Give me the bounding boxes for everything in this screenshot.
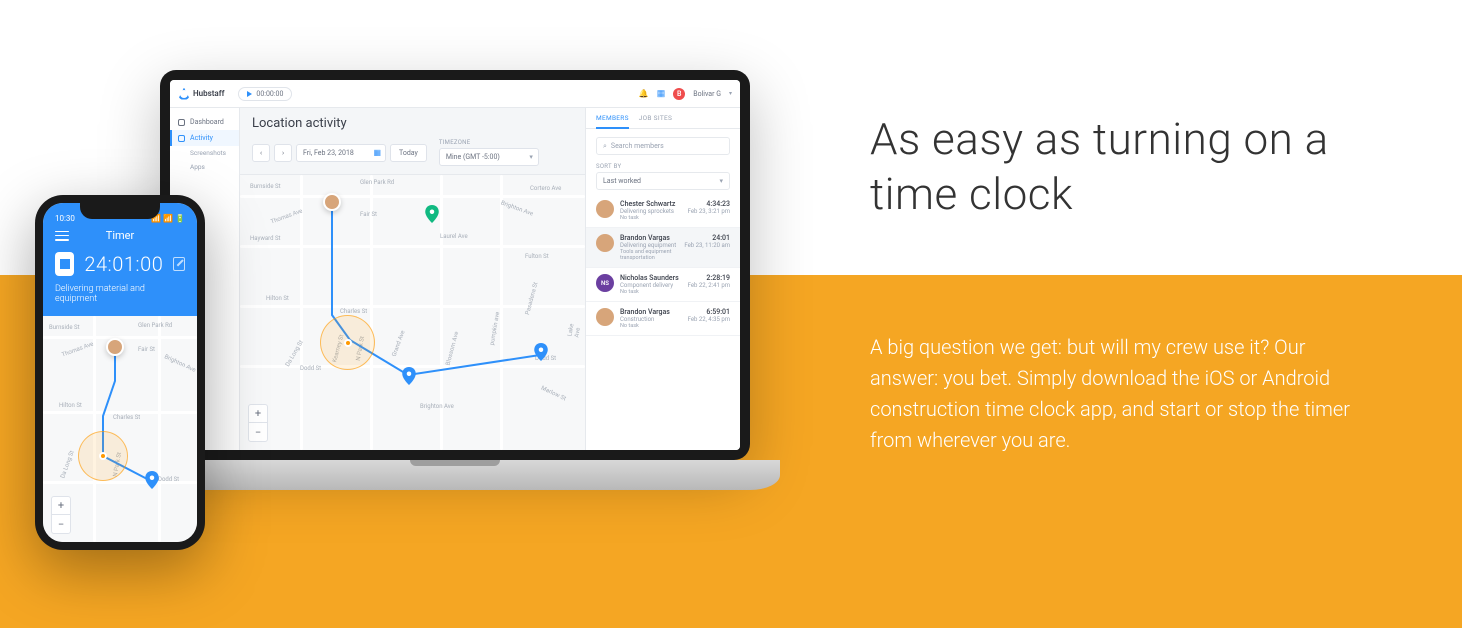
- map-zoom-control: + −: [248, 404, 268, 442]
- phone-header: Timer 24:01:00 Delivering material and e…: [43, 225, 197, 316]
- app-window: Hubstaff 00:00:00 ▦ B Bolivar G ▾ Dashbo…: [170, 80, 740, 450]
- zoom-in-button[interactable]: +: [52, 497, 70, 515]
- activity-icon: [178, 135, 185, 142]
- phone-title: Timer: [106, 229, 134, 242]
- topbar: Hubstaff 00:00:00 ▦ B Bolivar G ▾: [170, 80, 740, 108]
- sortby-label: SORT BY: [586, 159, 740, 170]
- member-row[interactable]: Chester SchwartzDelivering sprocketsNo t…: [586, 194, 740, 228]
- phone-mockup: 10:30 📶 📶 🔋 Timer 24:01:00 Delivering ma…: [35, 195, 205, 550]
- geofence-center-pin[interactable]: [99, 452, 107, 460]
- sidebar-item-activity[interactable]: Activity: [170, 130, 239, 146]
- sidebar-sub-screenshots[interactable]: Screenshots: [170, 146, 239, 160]
- map-marker[interactable]: [402, 367, 416, 385]
- search-icon: ⌕: [603, 142, 607, 151]
- edit-icon[interactable]: [173, 257, 185, 271]
- zoom-in-button[interactable]: +: [249, 405, 267, 423]
- timezone-label: TIMEZONE: [439, 139, 539, 146]
- play-icon: [247, 91, 252, 97]
- marketing-copy: As easy as turning on a time clock A big…: [870, 112, 1400, 456]
- chevron-down-icon[interactable]: ▾: [729, 90, 732, 97]
- tab-jobsites[interactable]: JOB SITES: [639, 114, 672, 128]
- timer-play-control[interactable]: 00:00:00: [238, 87, 292, 101]
- phone-screen: 10:30 📶 📶 🔋 Timer 24:01:00 Delivering ma…: [43, 203, 197, 542]
- map-zoom-control: + −: [51, 496, 71, 534]
- stop-icon: [60, 259, 70, 269]
- phone-notch: [80, 203, 160, 219]
- timezone-select[interactable]: Mine (GMT -5:00): [439, 148, 539, 166]
- tab-members[interactable]: MEMBERS: [596, 114, 629, 129]
- date-prev-button[interactable]: ‹: [252, 144, 270, 162]
- member-avatar: NS: [596, 274, 614, 292]
- sortby-select[interactable]: Last worked: [596, 172, 730, 190]
- zoom-out-button[interactable]: −: [52, 515, 70, 533]
- geofence-center-pin[interactable]: [344, 339, 352, 347]
- laptop-mockup: Hubstaff 00:00:00 ▦ B Bolivar G ▾ Dashbo…: [130, 70, 780, 520]
- member-row[interactable]: NS Nicholas SaundersComponent deliveryNo…: [586, 268, 740, 302]
- logo-icon: [178, 88, 190, 100]
- today-button[interactable]: Today: [390, 144, 427, 162]
- filter-controls: ‹ › Fri, Feb 23, 2018▦ Today TIMEZONE Mi…: [240, 135, 585, 174]
- date-next-button[interactable]: ›: [274, 144, 292, 162]
- timer-value: 00:00:00: [256, 90, 283, 98]
- date-picker[interactable]: Fri, Feb 23, 2018▦: [296, 144, 386, 162]
- route-path: [240, 175, 585, 450]
- member-row[interactable]: Brandon VargasConstructionNo task 6:59:0…: [586, 302, 740, 336]
- headline: As easy as turning on a time clock: [870, 112, 1400, 222]
- menu-icon[interactable]: [55, 231, 69, 241]
- laptop-base: [130, 460, 780, 490]
- stop-timer-button[interactable]: [55, 252, 74, 276]
- description: A big question we get: but will my crew …: [870, 332, 1360, 456]
- member-location-pin[interactable]: [323, 193, 341, 211]
- current-task: Delivering material and equipment: [55, 284, 185, 304]
- brand-name: Hubstaff: [193, 89, 224, 98]
- member-location-pin[interactable]: [106, 338, 124, 356]
- apps-grid-icon[interactable]: ▦: [657, 89, 666, 99]
- map-marker[interactable]: [145, 471, 159, 489]
- members-panel: MEMBERS JOB SITES ⌕Search members SORT B…: [585, 108, 740, 450]
- map-marker-jobsite[interactable]: [425, 205, 439, 223]
- sidebar-sub-apps[interactable]: Apps: [170, 160, 239, 174]
- member-row[interactable]: Brandon VargasDelivering equipmentTools …: [586, 228, 740, 268]
- member-search[interactable]: ⌕Search members: [596, 137, 730, 155]
- map-view[interactable]: Burnside St Glen Park Rd Thomas Ave Fair…: [240, 174, 585, 450]
- phone-map-view[interactable]: Burnside St Glen Park Rd Thomas Ave Fair…: [43, 316, 197, 542]
- status-time: 10:30: [55, 214, 75, 223]
- calendar-icon: ▦: [373, 148, 381, 157]
- laptop-screen: Hubstaff 00:00:00 ▦ B Bolivar G ▾ Dashbo…: [160, 70, 750, 460]
- user-name[interactable]: Bolivar G: [693, 90, 721, 98]
- map-marker[interactable]: [534, 343, 548, 361]
- zoom-out-button[interactable]: −: [249, 423, 267, 441]
- member-avatar: [596, 200, 614, 218]
- page-title: Location activity: [252, 116, 573, 131]
- main-content: Location activity ‹ › Fri, Feb 23, 2018▦…: [240, 108, 585, 450]
- sidebar-item-dashboard[interactable]: Dashboard: [170, 114, 239, 130]
- user-avatar[interactable]: B: [673, 88, 685, 100]
- dashboard-icon: [178, 119, 185, 126]
- member-avatar: [596, 234, 614, 252]
- timer-display: 24:01:00: [84, 252, 163, 276]
- member-avatar: [596, 308, 614, 326]
- notifications-icon[interactable]: [639, 89, 649, 99]
